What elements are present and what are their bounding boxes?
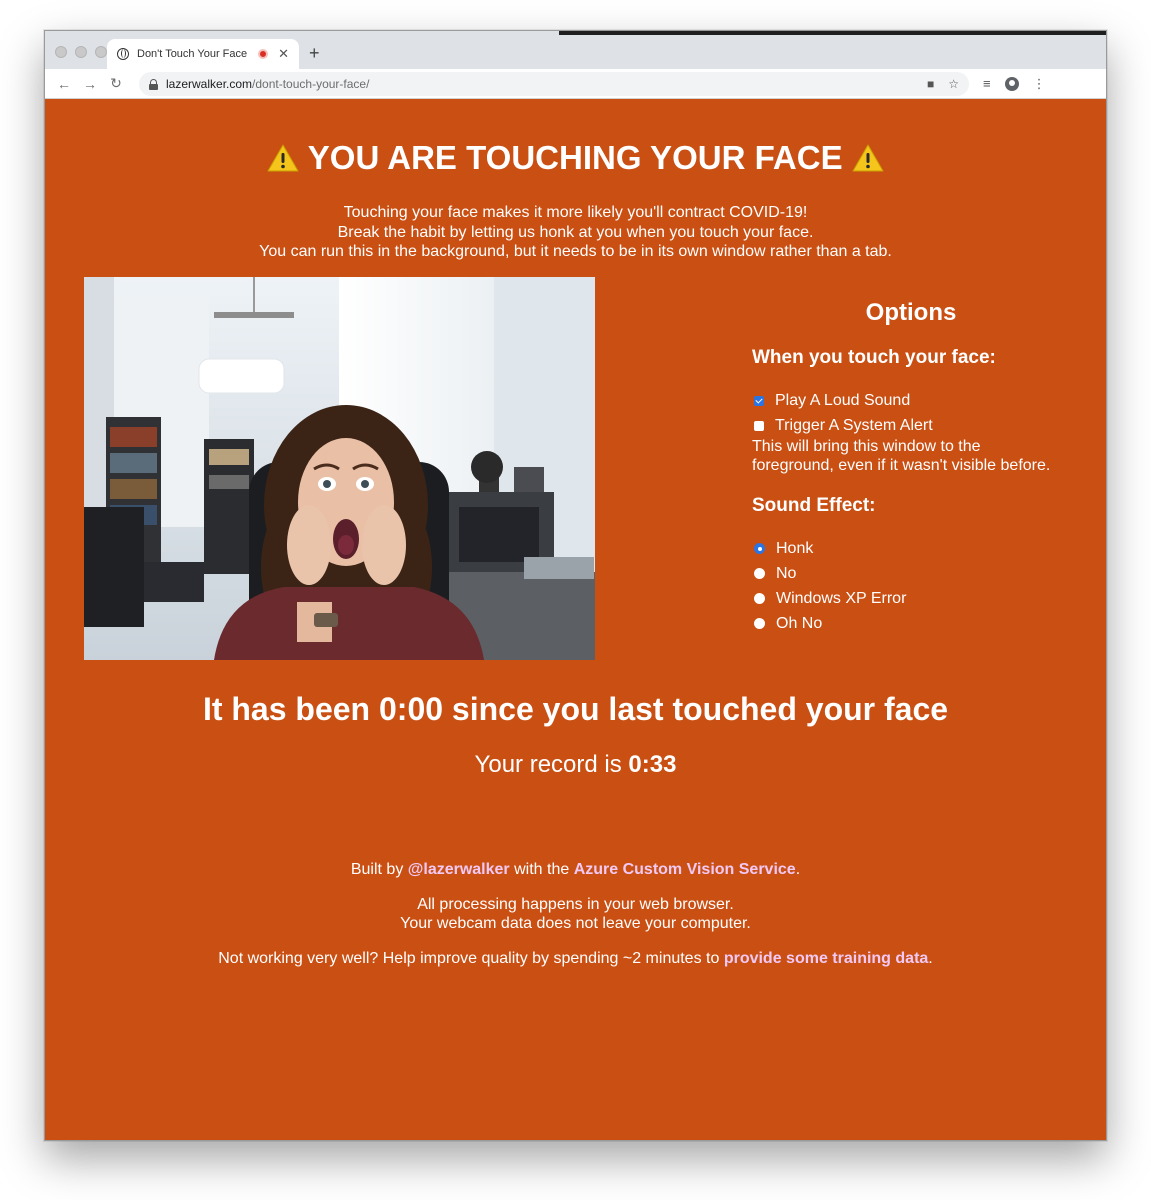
sound-option-label: Windows XP Error: [776, 589, 907, 607]
lock-icon[interactable]: [149, 78, 158, 90]
play-sound-checkbox[interactable]: [754, 395, 764, 406]
forward-arrow-icon[interactable]: →: [77, 76, 103, 92]
profile-avatar-icon[interactable]: [1004, 76, 1019, 91]
options-panel: Options When you touch your face: Play A…: [752, 299, 1092, 633]
back-arrow-icon[interactable]: ←: [51, 76, 77, 92]
intro-line: Touching your face makes it more likely …: [343, 204, 808, 221]
tab-strip: Don't Touch Your Face ✕ +: [45, 31, 1106, 69]
elapsed-time-heading: It has been 0:00 since you last touched …: [202, 691, 949, 727]
intro-text: Touching your face makes it more likely …: [45, 203, 1106, 262]
touch-action-heading: When you touch your face:: [752, 347, 996, 368]
bookmark-star-icon[interactable]: ☆: [948, 77, 959, 91]
azure-service-link[interactable]: Azure Custom Vision Service: [574, 861, 796, 878]
minimize-window-button[interactable]: [75, 46, 87, 58]
address-bar[interactable]: lazerwalker.com/dont-touch-your-face/ ■ …: [139, 71, 969, 96]
page-content: YOU ARE TOUCHING YOUR FACE Touching your…: [45, 99, 1106, 1140]
menu-kebab-icon[interactable]: ⋮: [1033, 76, 1046, 92]
tab-title: Don't Touch Your Face: [137, 48, 248, 60]
system-alert-checkbox[interactable]: [754, 420, 764, 431]
sound-option-label: Oh No: [776, 614, 823, 632]
page-headline: YOU ARE TOUCHING YOUR FACE: [45, 139, 1106, 177]
honk-radio[interactable]: [754, 543, 765, 554]
close-tab-icon[interactable]: ✕: [278, 46, 289, 62]
close-window-button[interactable]: [55, 46, 67, 58]
window-controls: [55, 46, 107, 58]
webcam-video: [84, 277, 595, 660]
page-footer: Built by @lazerwalker with the Azure Cus…: [45, 860, 1106, 983]
record-text: Your record is 0:33: [474, 751, 677, 778]
camera-icon[interactable]: ■: [927, 77, 934, 91]
system-alert-option[interactable]: Trigger A System Alert: [752, 416, 1092, 435]
windows-xp-error-radio[interactable]: [754, 593, 765, 604]
warning-icon: [267, 144, 299, 172]
sound-effect-heading: Sound Effect:: [752, 495, 876, 516]
page-load-bar: [559, 31, 1106, 35]
webcam-frame-image: [84, 277, 595, 660]
headline-text: YOU ARE TOUCHING YOUR FACE: [307, 139, 843, 176]
sound-option-oh-no[interactable]: Oh No: [752, 614, 1092, 633]
training-data-link[interactable]: provide some training data: [724, 950, 928, 967]
new-tab-button[interactable]: +: [309, 44, 320, 62]
play-sound-option[interactable]: Play A Loud Sound: [752, 391, 1092, 410]
warning-icon: [852, 144, 884, 172]
tab-active[interactable]: Don't Touch Your Face ✕: [107, 39, 299, 69]
browser-toolbar: ← → ↻ lazerwalker.com/dont-touch-your-fa…: [45, 69, 1106, 99]
credits-line: Built by @lazerwalker with the Azure Cus…: [350, 861, 801, 878]
play-sound-label: Play A Loud Sound: [775, 391, 911, 409]
sound-option-label: Honk: [776, 539, 814, 557]
media-control-icon[interactable]: ≡: [983, 76, 991, 91]
system-alert-note: This will bring this window to the foreg…: [752, 438, 1051, 474]
sound-option-windows-xp-error[interactable]: Windows XP Error: [752, 589, 1092, 608]
record-value: 0:33: [628, 751, 677, 778]
zoom-window-button[interactable]: [95, 46, 107, 58]
intro-line: Break the habit by letting us honk at yo…: [337, 223, 814, 241]
sound-option-honk[interactable]: Honk: [752, 539, 1092, 558]
no-radio[interactable]: [754, 568, 765, 579]
recording-indicator-icon: [258, 49, 269, 59]
intro-line: You can run this in the background, but …: [259, 243, 892, 260]
sound-option-no[interactable]: No: [752, 564, 1092, 583]
url-text[interactable]: lazerwalker.com/dont-touch-your-face/: [166, 77, 913, 91]
help-line: Not working very well? Help improve qual…: [218, 949, 933, 967]
oh-no-radio[interactable]: [754, 618, 765, 629]
author-link[interactable]: @lazerwalker: [408, 861, 510, 878]
globe-icon: [117, 48, 129, 60]
reload-icon[interactable]: ↻: [103, 75, 129, 92]
privacy-note: All processing happens in your web brows…: [400, 895, 751, 933]
sound-option-label: No: [776, 564, 797, 582]
browser-window: Don't Touch Your Face ✕ + ← → ↻ lazerwal…: [44, 30, 1107, 1141]
system-alert-label: Trigger A System Alert: [775, 416, 933, 434]
options-title: Options: [865, 299, 957, 326]
